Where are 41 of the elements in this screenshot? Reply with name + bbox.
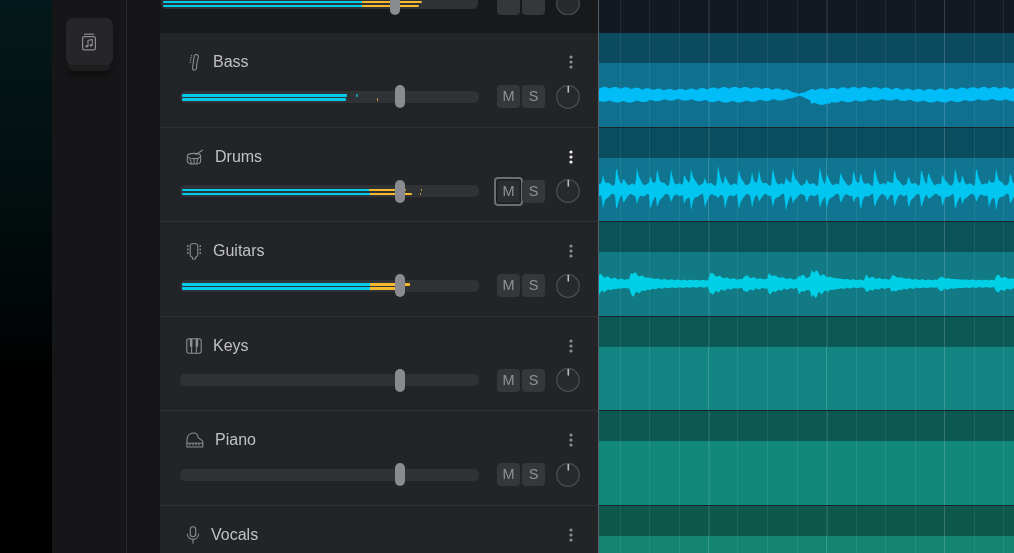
knob-icon[interactable] [556,368,580,392]
track-name: Piano [215,430,256,450]
drum-icon [186,148,204,165]
volume-slider[interactable] [180,85,479,108]
volume-slider[interactable] [180,179,479,203]
slider-thumb[interactable] [395,179,406,203]
track-name: Vocals [211,524,259,545]
slider-thumb[interactable] [395,274,406,297]
mute-button[interactable]: M [497,274,520,297]
volume-slider[interactable] [180,274,479,297]
solo-button[interactable]: S [522,368,545,392]
grand-piano-icon [186,432,204,448]
knob-icon[interactable] [556,462,580,487]
music-note-icon [81,32,97,51]
solo-button[interactable]: S [522,85,545,108]
slider-thumb[interactable] [389,0,400,15]
more-options-icon[interactable] [569,149,573,164]
slider-thumb[interactable] [395,463,406,486]
piano-keys-icon [186,337,202,354]
knob-icon[interactable] [556,273,580,298]
mute-button[interactable]: M [494,176,523,206]
slider-thumb[interactable] [395,85,406,108]
mute-button[interactable]: M [497,463,520,486]
knob-icon[interactable] [556,179,580,203]
slider-thumb[interactable] [395,368,406,392]
track-name: Bass [213,52,249,72]
volume-slider[interactable] [180,368,479,392]
knob-icon[interactable] [556,84,580,109]
microphone-icon [186,525,200,544]
bass-guitar-icon [186,53,202,71]
solo-button[interactable]: S [522,274,545,297]
mute-button[interactable]: M [497,85,520,108]
track-name: Keys [213,335,249,356]
volume-slider[interactable] [161,0,478,15]
track-name: Guitars [213,241,265,261]
solo-button[interactable]: S [522,179,545,203]
volume-slider[interactable] [180,463,479,486]
mute-button[interactable]: M [497,368,520,392]
guitar-icon [186,242,202,260]
solo-button[interactable]: S [522,463,545,486]
track-name: Drums [215,146,263,167]
